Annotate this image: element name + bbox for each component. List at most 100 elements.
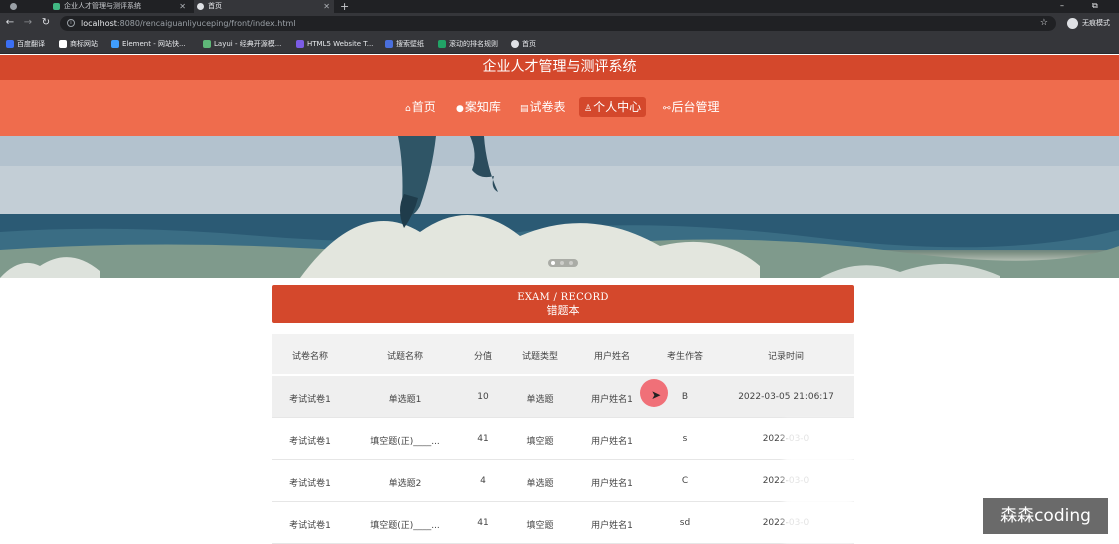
carousel-dot[interactable] bbox=[569, 261, 573, 265]
cell-question-type: 填空题 bbox=[526, 521, 554, 531]
cell-score: 41 bbox=[477, 434, 489, 444]
cell-paper-name: 考试试卷1 bbox=[289, 479, 331, 489]
home-icon: ⌂ bbox=[405, 104, 411, 114]
carousel-dot-active[interactable] bbox=[551, 261, 555, 265]
site-nav: ⌂首页 ●案知库 ▤试卷表 ♙个人中心 ⚯后台管理 bbox=[0, 80, 1119, 136]
nav-knowledge-base[interactable]: ●案知库 bbox=[451, 97, 506, 117]
carousel-dot[interactable] bbox=[560, 261, 564, 265]
blurred-region bbox=[784, 420, 854, 544]
bookmark-layui[interactable]: Layui - 经典开源模... bbox=[203, 38, 281, 50]
nav-admin[interactable]: ⚯后台管理 bbox=[658, 97, 725, 117]
html5-icon bbox=[296, 40, 304, 48]
wrong-answers-table: 试卷名称 试题名称 分值 试题类型 用户姓名 考生作答 记录时间 考试试卷1 单… bbox=[272, 334, 854, 544]
forward-icon[interactable]: → bbox=[22, 17, 34, 29]
nav-personal-center[interactable]: ♙个人中心 bbox=[579, 97, 647, 117]
column-header: 分值 bbox=[473, 352, 492, 362]
new-tab-button[interactable]: + bbox=[336, 0, 352, 13]
back-icon[interactable]: ← bbox=[4, 17, 16, 29]
column-header: 考生作答 bbox=[666, 352, 703, 362]
cell-question-name: 填空题(正)____... bbox=[370, 437, 440, 447]
cell-answer: C bbox=[681, 476, 689, 486]
table-row[interactable]: 考试试卷1 填空题(正)____... 41 填空题 用户姓名1 s 2022-… bbox=[272, 418, 854, 460]
chrome-icon bbox=[10, 3, 17, 10]
bookmarks-bar: 百度翻译 商标网站 Element - 网站快... Layui - 经典开源模… bbox=[0, 34, 1119, 54]
cell-user-name: 用户姓名1 bbox=[591, 437, 633, 447]
wallpaper-icon bbox=[385, 40, 393, 48]
bookmark-star-icon[interactable]: ☆ bbox=[1040, 16, 1048, 31]
cell-answer: sd bbox=[679, 518, 691, 528]
carousel-indicator bbox=[548, 259, 578, 267]
bookmark-html5[interactable]: HTML5 Website T... bbox=[296, 38, 373, 50]
element-icon bbox=[111, 40, 119, 48]
bookmark-ranking[interactable]: 滚动的排名规则 bbox=[438, 38, 498, 50]
globe-icon bbox=[511, 40, 519, 48]
restore-icon[interactable]: ⧉ bbox=[1092, 0, 1098, 11]
site-header: 企业人才管理与测评系统 bbox=[0, 55, 1119, 80]
cursor-icon: ➤ bbox=[651, 388, 662, 402]
url-text: localhost:8080/rencaiguanliyuceping/fron… bbox=[81, 19, 296, 28]
column-header: 试题名称 bbox=[386, 352, 423, 362]
nav-home[interactable]: ⌂首页 bbox=[400, 97, 441, 117]
flag-icon bbox=[59, 40, 67, 48]
link-icon: ⚯ bbox=[663, 104, 671, 114]
nav-exam-papers[interactable]: ▤试卷表 bbox=[515, 97, 571, 117]
cell-user-name: 用户姓名1 bbox=[591, 395, 633, 405]
table-header: 试卷名称 试题名称 分值 试题类型 用户姓名 考生作答 记录时间 bbox=[272, 334, 854, 374]
cell-question-name: 单选题1 bbox=[388, 395, 422, 405]
circle-icon: ● bbox=[456, 104, 464, 114]
hero-image bbox=[0, 136, 1119, 278]
tab-label: 首页 bbox=[208, 2, 222, 10]
cell-question-type: 填空题 bbox=[526, 437, 554, 447]
section-title-zh: 错题本 bbox=[546, 304, 580, 317]
cell-question-type: 单选题 bbox=[526, 395, 554, 405]
watermark: 森森coding bbox=[983, 498, 1108, 534]
incognito-icon bbox=[1067, 18, 1078, 29]
user-icon: ♙ bbox=[584, 104, 593, 114]
cell-score: 41 bbox=[477, 518, 489, 528]
globe-icon bbox=[197, 3, 204, 10]
section-title-banner: EXAM / RECORD 错题本 bbox=[272, 285, 854, 323]
table-row[interactable]: 考试试卷1 单选题2 4 单选题 用户姓名1 C 2022-03-0 bbox=[272, 460, 854, 502]
rank-icon bbox=[438, 40, 446, 48]
bookmark-element[interactable]: Element - 网站快... bbox=[111, 38, 186, 50]
browser-tab-home[interactable]: 首页 ✕ bbox=[194, 0, 334, 13]
close-icon[interactable]: ✕ bbox=[179, 0, 186, 13]
browser-tab-system[interactable]: 企业人才管理与测评系统 ✕ bbox=[50, 0, 190, 13]
cell-paper-name: 考试试卷1 bbox=[289, 521, 331, 531]
cell-record-time: 2022-03-05 21:06:17 bbox=[738, 392, 834, 402]
cell-user-name: 用户姓名1 bbox=[591, 479, 633, 489]
browser-tab-prev[interactable] bbox=[0, 0, 28, 13]
column-header: 用户姓名 bbox=[593, 352, 630, 362]
cell-question-type: 单选题 bbox=[526, 479, 554, 489]
site-title: 企业人才管理与测评系统 bbox=[482, 59, 637, 75]
reload-icon[interactable]: ↻ bbox=[40, 17, 52, 29]
vue-icon bbox=[53, 3, 60, 10]
cell-paper-name: 考试试卷1 bbox=[289, 437, 331, 447]
cell-paper-name: 考试试卷1 bbox=[289, 395, 331, 405]
close-icon[interactable]: ✕ bbox=[323, 0, 330, 13]
section-title-en: EXAM / RECORD bbox=[517, 292, 609, 303]
cell-question-name: 填空题(正)____... bbox=[370, 521, 440, 531]
incognito-profile[interactable]: 无痕模式 bbox=[1067, 17, 1110, 30]
column-header: 试题类型 bbox=[521, 352, 558, 362]
bookmark-wallpaper[interactable]: 搜索壁纸 bbox=[385, 38, 424, 50]
bookmark-trademark[interactable]: 商标网站 bbox=[59, 38, 98, 50]
column-header: 试卷名称 bbox=[291, 352, 328, 362]
translate-icon bbox=[6, 40, 14, 48]
address-bar[interactable]: i localhost:8080/rencaiguanliyuceping/fr… bbox=[60, 16, 1056, 31]
table-row[interactable]: 考试试卷1 填空题(正)____... 41 填空题 用户姓名1 sd 2022… bbox=[272, 502, 854, 544]
bookmark-home[interactable]: 首页 bbox=[511, 38, 536, 50]
browser-tab-bar: 企业人才管理与测评系统 ✕ 首页 ✕ + – ⧉ bbox=[0, 0, 1119, 13]
cell-answer: s bbox=[682, 434, 688, 444]
tab-label: 企业人才管理与测评系统 bbox=[64, 2, 141, 10]
table-row[interactable]: 考试试卷1 单选题1 10 单选题 用户姓名1 B 2022-03-05 21:… bbox=[272, 376, 854, 418]
column-header: 记录时间 bbox=[767, 352, 804, 362]
hero-carousel[interactable] bbox=[0, 136, 1119, 278]
cell-score: 10 bbox=[477, 392, 489, 402]
layui-icon bbox=[203, 40, 211, 48]
minimize-icon[interactable]: – bbox=[1060, 0, 1064, 11]
bookmark-baidu-translate[interactable]: 百度翻译 bbox=[6, 38, 45, 50]
address-bar-row: ← → ↻ i localhost:8080/rencaiguanliyucep… bbox=[0, 13, 1119, 34]
info-icon[interactable]: i bbox=[67, 19, 75, 27]
paper-icon: ▤ bbox=[520, 104, 529, 114]
